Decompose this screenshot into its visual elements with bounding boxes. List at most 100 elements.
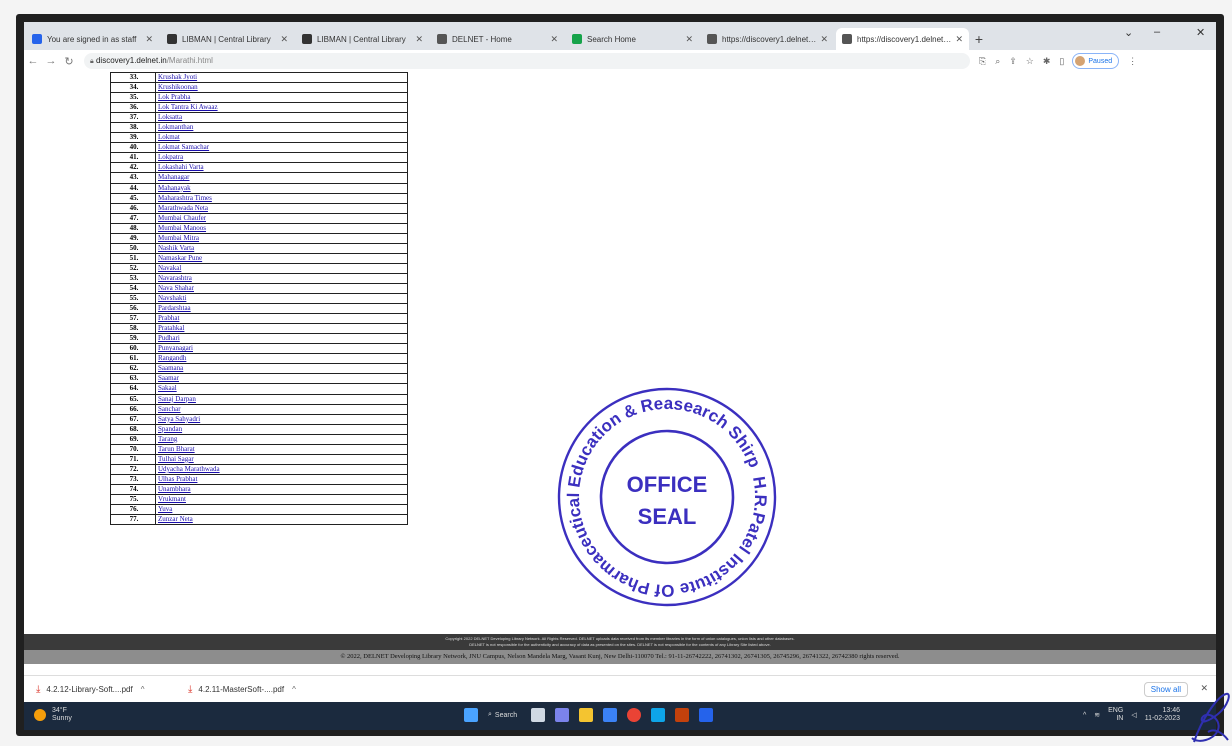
chevron-up-icon[interactable]: ^ <box>141 685 145 694</box>
newspaper-link[interactable]: Loksatta <box>158 113 182 121</box>
minimize-icon[interactable]: – <box>1154 26 1160 38</box>
close-tab-icon[interactable]: ✕ <box>280 34 288 45</box>
newspaper-link[interactable]: Nashik Varta <box>158 244 194 252</box>
newspaper-link[interactable]: Tarun Bharat <box>158 445 195 453</box>
newspaper-link[interactable]: Sakaal <box>158 384 177 392</box>
newspaper-link[interactable]: Navakal <box>158 264 181 272</box>
browser-tab[interactable]: LIBMAN | Central Library ✕ <box>161 28 294 50</box>
newspaper-link[interactable]: Ulhas Prabhat <box>158 475 197 483</box>
newspaper-link[interactable]: Pudhari <box>158 334 180 342</box>
newspaper-link[interactable]: Sanchar <box>158 405 181 413</box>
profile-button[interactable]: Paused <box>1072 53 1120 69</box>
newspaper-link[interactable]: Maharashtra Times <box>158 194 212 202</box>
chat-icon[interactable] <box>555 708 570 722</box>
newspaper-link[interactable]: Krushak Jyoti <box>158 73 197 81</box>
chrome-icon[interactable] <box>627 708 642 722</box>
browser-tab[interactable]: https://discovery1.delnet.in/Ma✕ <box>836 28 969 50</box>
newspaper-link[interactable]: Lokmat Samachar <box>158 143 209 151</box>
newspaper-link[interactable]: Tarang <box>158 435 177 443</box>
bookmark-star-icon[interactable]: ☆ <box>1026 56 1034 67</box>
download-item[interactable]: ⤓ 4.2.11-MasterSoft-....pdf ^ <box>188 684 328 695</box>
file-explorer-icon[interactable] <box>579 708 594 722</box>
new-tab-button[interactable]: + <box>969 28 989 50</box>
browser-tab[interactable]: DELNET - Home ✕ <box>431 28 564 50</box>
newspaper-link[interactable]: Krushikoonan <box>158 83 198 91</box>
newspaper-link[interactable]: Mahanayak <box>158 184 191 192</box>
newspaper-link[interactable]: Lokashahi Varta <box>158 163 204 171</box>
download-item[interactable]: ⤓ 4.2.12-Library-Soft....pdf ^ <box>36 684 176 695</box>
newspaper-link[interactable]: Satya Sahyadri <box>158 415 200 423</box>
clock-time: 13:46 <box>1162 707 1180 714</box>
clock[interactable]: 13:46 11-02-2023 <box>1145 707 1180 723</box>
newspaper-link[interactable]: Mumbai Mitra <box>158 234 199 242</box>
newspaper-link[interactable]: Prabhat <box>158 314 179 322</box>
reload-icon[interactable]: ↻ <box>60 55 78 68</box>
chevron-up-icon[interactable]: ^ <box>292 685 296 694</box>
speaker-icon[interactable]: ◁ <box>1131 711 1136 719</box>
newspaper-link[interactable]: Navarashtra <box>158 274 192 282</box>
newspaper-link[interactable]: Nava Shahar <box>158 284 194 292</box>
mail-icon[interactable] <box>651 708 666 722</box>
forward-icon[interactable]: → <box>42 55 60 67</box>
newspaper-link[interactable]: Pratahkal <box>158 324 184 332</box>
zoom-icon[interactable]: ⌕ <box>995 56 1000 67</box>
close-tab-icon[interactable]: ✕ <box>685 34 693 45</box>
close-window-icon[interactable]: ✕ <box>1196 26 1205 39</box>
newspaper-link[interactable]: Lokpatra <box>158 153 183 161</box>
newspaper-link[interactable]: Saamar <box>158 374 179 382</box>
newspaper-cell: Marathwada Neta <box>155 202 408 214</box>
back-icon[interactable]: ← <box>24 55 42 67</box>
newspaper-link[interactable]: Tulhai Sagar <box>158 455 194 463</box>
language-indicator[interactable]: ENG IN <box>1108 707 1123 723</box>
browser-tab[interactable]: https://discovery1.delnet.in/en✕ <box>701 28 834 50</box>
close-tab-icon[interactable]: ✕ <box>820 34 828 45</box>
row-number: 38. <box>110 122 156 134</box>
newspaper-link[interactable]: Punyanagari <box>158 344 193 352</box>
taskbar-search-button[interactable]: ⌕ Search <box>488 711 517 719</box>
newspaper-link[interactable]: Lokmat <box>158 133 180 141</box>
browser-tab[interactable]: You are signed in as staff ✕ <box>26 28 159 50</box>
task-view-icon[interactable] <box>531 708 546 722</box>
newspaper-link[interactable]: Saamana <box>158 364 183 372</box>
menu-icon[interactable]: ⋮ <box>1128 56 1137 67</box>
extensions-icon[interactable]: ✱ <box>1043 56 1051 67</box>
browser-tab[interactable]: Search Home ✕ <box>566 28 699 50</box>
translate-icon[interactable]: ⎘ <box>979 56 986 67</box>
chevron-up-icon[interactable]: ^ <box>1083 712 1086 719</box>
sidepanel-icon[interactable]: ▯ <box>1059 56 1064 67</box>
newspaper-link[interactable]: Udyacha Marathwada <box>158 465 220 473</box>
newspaper-link[interactable]: Spandan <box>158 425 182 433</box>
newspaper-link[interactable]: Navshakti <box>158 294 186 302</box>
store-icon[interactable] <box>603 708 618 722</box>
weather-widget[interactable]: 34°F Sunny <box>34 707 72 723</box>
newspaper-link[interactable]: Sanaj Darpan <box>158 395 196 403</box>
newspaper-link[interactable]: Pardarshtaa <box>158 304 191 312</box>
address-bar[interactable]: 🔒︎ discovery1.delnet.in/Marathi.html <box>84 53 970 69</box>
powerpoint-icon[interactable] <box>675 708 690 722</box>
chevron-down-icon[interactable]: ⌄ <box>1124 26 1133 39</box>
browser-tab[interactable]: LIBMAN | Central Library ✕ <box>296 28 429 50</box>
newspaper-link[interactable]: Vrukmant <box>158 495 186 503</box>
share-icon[interactable]: ⇪ <box>1009 56 1017 67</box>
newspaper-link[interactable]: Yuva <box>158 505 172 513</box>
newspaper-link[interactable]: Mahanagar <box>158 173 189 181</box>
windows-start-icon[interactable] <box>464 708 478 722</box>
newspaper-link[interactable]: Mumbai Manoos <box>158 224 206 232</box>
newspaper-link[interactable]: Lokmanthan <box>158 123 193 131</box>
newspaper-link[interactable]: Unambhara <box>158 485 191 493</box>
close-tab-icon[interactable]: ✕ <box>550 34 558 45</box>
newspaper-link[interactable]: Lok Tantra Ki Awaaz <box>158 103 218 111</box>
newspaper-link[interactable]: Mumbai Chaufer <box>158 214 206 222</box>
newspaper-link[interactable]: Namaskar Pune <box>158 254 202 262</box>
word-icon[interactable] <box>699 708 714 722</box>
newspaper-link[interactable]: Lok Prabha <box>158 93 190 101</box>
close-tab-icon[interactable]: ✕ <box>955 34 963 45</box>
close-tab-icon[interactable]: ✕ <box>415 34 423 45</box>
newspaper-link[interactable]: Marathwada Neta <box>158 204 208 212</box>
wifi-icon[interactable]: ≋ <box>1094 711 1100 719</box>
newspaper-link[interactable]: Rangandh <box>158 354 186 362</box>
newspaper-link[interactable]: Zunzar Neta <box>158 515 193 523</box>
show-all-button[interactable]: Show all <box>1143 682 1188 697</box>
close-tab-icon[interactable]: ✕ <box>145 34 153 45</box>
table-row: 60. Punyanagari <box>110 343 408 355</box>
